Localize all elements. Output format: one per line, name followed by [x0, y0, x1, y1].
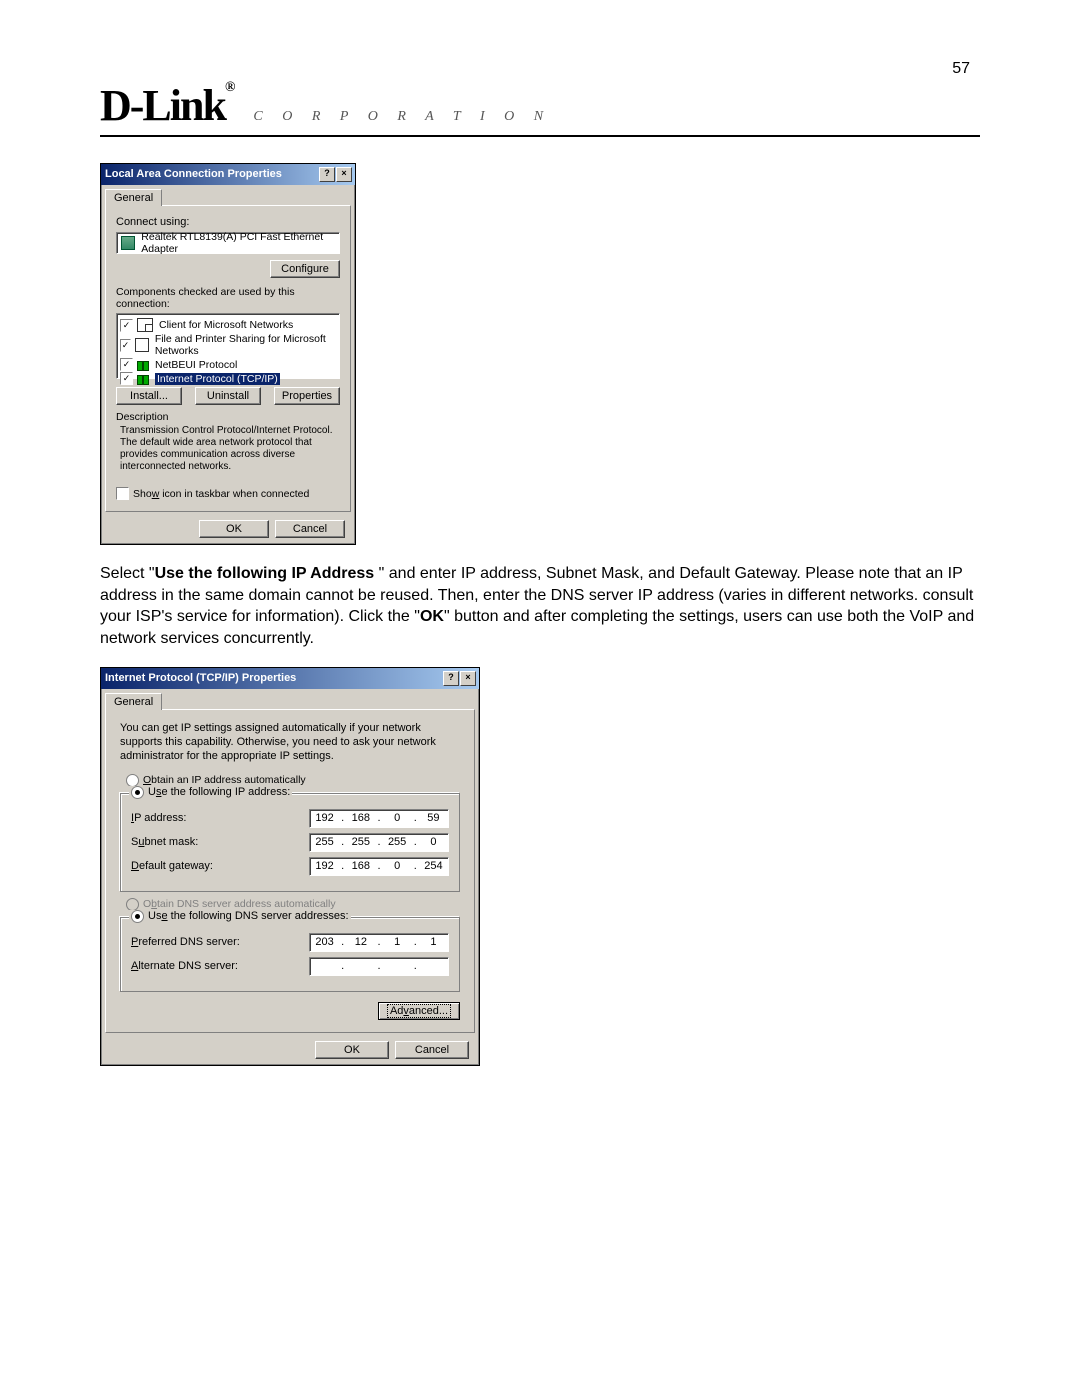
default-gateway-input[interactable]: 192. 168. 0. 254 [309, 857, 449, 876]
description-text: Transmission Control Protocol/Internet P… [116, 423, 340, 473]
components-label: Components checked are used by this conn… [116, 286, 340, 310]
components-list[interactable]: ✓ Client for Microsoft Networks ✓ File a… [116, 313, 340, 379]
help-button[interactable]: ? [319, 167, 335, 182]
ip-address-label: IP address: [131, 812, 186, 824]
install-button[interactable]: Install... [116, 387, 182, 405]
list-item-selected[interactable]: ✓ Internet Protocol (TCP/IP) [120, 372, 336, 385]
ip-address-input[interactable]: 192. 168. 0. 59 [309, 809, 449, 828]
preferred-dns-input[interactable]: 203. 12. 1. 1 [309, 933, 449, 952]
default-gateway-label: Default gateway: [131, 860, 213, 872]
protocol-icon [137, 373, 149, 385]
subnet-mask-label: Subnet mask: [131, 836, 198, 848]
alternate-dns-label: Alternate DNS server: [131, 960, 238, 972]
help-button[interactable]: ? [443, 671, 459, 686]
properties-button[interactable]: Properties [274, 387, 340, 405]
close-button[interactable]: × [336, 167, 352, 182]
dialog-titlebar: Internet Protocol (TCP/IP) Properties ? … [101, 668, 479, 689]
brand-subtitle: C O R P O R A T I O N [253, 109, 551, 125]
preferred-dns-label: Preferred DNS server: [131, 936, 240, 948]
list-item[interactable]: ✓ Client for Microsoft Networks [120, 318, 336, 332]
nic-icon [121, 236, 135, 250]
client-icon [137, 318, 153, 332]
page-number: 57 [952, 60, 970, 78]
radio-use-dns[interactable]: Use the following DNS server addresses: [129, 910, 351, 923]
document-page: 57 D-Link® C O R P O R A T I O N Local A… [0, 0, 1080, 1126]
radio-icon [131, 786, 144, 799]
ok-button[interactable]: OK [315, 1041, 389, 1059]
page-header: D-Link® C O R P O R A T I O N [100, 80, 980, 137]
cancel-button[interactable]: Cancel [275, 520, 345, 538]
radio-icon [131, 910, 144, 923]
show-icon-checkbox[interactable]: Show icon in taskbar when connected [116, 487, 340, 500]
cancel-button[interactable]: Cancel [395, 1041, 469, 1059]
description-label: Description [116, 411, 340, 423]
checkbox-icon [116, 487, 129, 500]
ok-button[interactable]: OK [199, 520, 269, 538]
dns-groupbox: Use the following DNS server addresses: … [120, 917, 460, 992]
subnet-mask-input[interactable]: 255. 255. 255. 0 [309, 833, 449, 852]
list-item[interactable]: ✓ NetBEUI Protocol [120, 358, 336, 371]
close-button[interactable]: × [460, 671, 476, 686]
intro-text: You can get IP settings assigned automat… [120, 722, 460, 763]
tab-general[interactable]: General [105, 189, 162, 206]
configure-button[interactable]: Configure [270, 260, 340, 278]
list-item[interactable]: ✓ File and Printer Sharing for Microsoft… [120, 333, 336, 357]
lan-properties-dialog: Local Area Connection Properties ? × Gen… [100, 163, 356, 545]
ip-groupbox: Use the following IP address: IP address… [120, 793, 460, 892]
adapter-name: Realtek RTL8139(A) PCI Fast Ethernet Ada… [141, 231, 335, 255]
radio-use-ip[interactable]: Use the following IP address: [129, 786, 292, 799]
tab-general[interactable]: General [105, 693, 162, 710]
alternate-dns-input[interactable]: . . . [309, 957, 449, 976]
dialog-title: Internet Protocol (TCP/IP) Properties [105, 672, 296, 684]
dialog-titlebar: Local Area Connection Properties ? × [101, 164, 355, 185]
advanced-button[interactable]: Advanced... [378, 1002, 460, 1020]
brand-logo: D-Link® [100, 80, 233, 131]
instruction-paragraph: Select "Use the following IP Address " a… [100, 563, 980, 649]
protocol-icon [137, 359, 149, 371]
share-icon [135, 338, 149, 352]
uninstall-button[interactable]: Uninstall [195, 387, 261, 405]
dialog-title: Local Area Connection Properties [105, 168, 282, 180]
adapter-field: Realtek RTL8139(A) PCI Fast Ethernet Ada… [116, 232, 340, 254]
tcpip-properties-dialog: Internet Protocol (TCP/IP) Properties ? … [100, 667, 480, 1065]
connect-using-label: Connect using: [116, 216, 340, 228]
